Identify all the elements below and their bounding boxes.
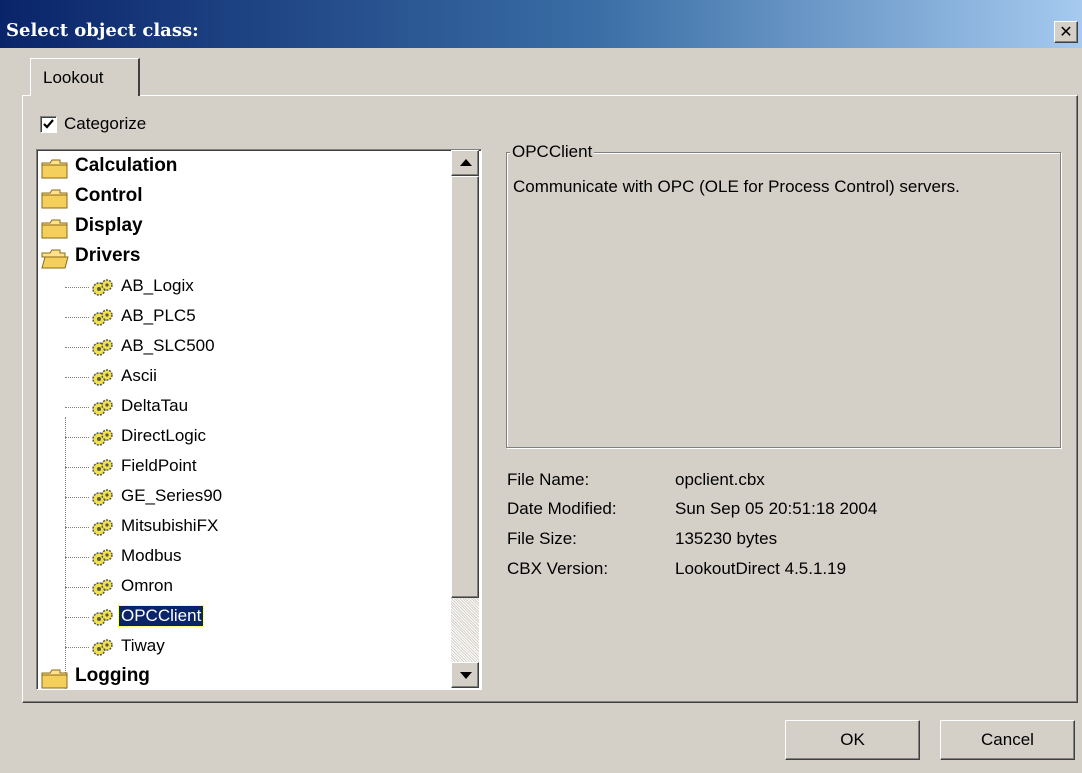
tree-folder-display[interactable]: Display	[37, 212, 457, 242]
file-name-value: opclient.cbx	[675, 470, 765, 489]
tree-item-label: Modbus	[121, 546, 182, 565]
tree-branch-line	[65, 467, 89, 468]
tree-folder-calculation[interactable]: Calculation	[37, 152, 457, 182]
folder-closed-icon	[41, 669, 68, 689]
gear-icon	[92, 639, 113, 656]
gear-icon	[92, 399, 113, 416]
tree-item-deltatau[interactable]: DeltaTau	[37, 392, 457, 422]
cancel-button[interactable]: Cancel	[940, 720, 1075, 760]
tree-item-label: AB_Logix	[121, 276, 194, 295]
title-bar: Select object class: ✕	[0, 0, 1082, 49]
folder-closed-icon	[41, 189, 68, 209]
tree-item-ascii[interactable]: Ascii	[37, 362, 457, 392]
tree-folder-label: Display	[75, 215, 143, 236]
tree-scrollbar[interactable]	[451, 150, 479, 688]
close-icon: ✕	[1059, 22, 1073, 41]
window-title: Select object class:	[6, 20, 199, 41]
tree-item-ab-slc500[interactable]: AB_SLC500	[37, 332, 457, 362]
tree-item-omron[interactable]: Omron	[37, 572, 457, 602]
tree-item-label: Ascii	[121, 366, 157, 385]
tree-item-label-selected: OPCClient	[117, 605, 205, 627]
folder-open-icon	[41, 249, 69, 269]
gear-icon	[92, 339, 113, 356]
tree-branch-line	[65, 647, 89, 648]
tree-folder-logging[interactable]: Logging	[37, 662, 457, 689]
tree-branch-line	[65, 527, 89, 528]
categorize-label: Categorize	[64, 114, 147, 133]
scroll-track[interactable]	[451, 598, 479, 668]
tree-item-label: Tiway	[121, 636, 165, 655]
close-button[interactable]: ✕	[1054, 21, 1078, 43]
tree-folder-label: Drivers	[75, 245, 141, 266]
file-size-label: File Size:	[507, 529, 577, 548]
arrow-up-icon	[460, 159, 472, 166]
tree-branch-line	[65, 287, 89, 288]
tree-folder-drivers[interactable]: Drivers	[37, 242, 457, 272]
scroll-thumb[interactable]	[451, 176, 479, 598]
categorize-checkbox[interactable]	[40, 116, 57, 133]
tree-branch-line	[65, 317, 89, 318]
tree-item-opcclient[interactable]: OPCClient	[37, 602, 457, 632]
tree-item-label: DirectLogic	[121, 426, 207, 445]
scroll-up-button[interactable]	[451, 150, 479, 176]
tree-item-label: GE_Series90	[121, 486, 223, 505]
tree-branch-line	[65, 587, 89, 588]
cbx-version-value: LookoutDirect 4.5.1.19	[675, 559, 847, 578]
object-class-tree[interactable]: Calculation Control Display Drivers AB_L…	[36, 149, 482, 690]
tree-branch-line	[65, 347, 89, 348]
details-description: Communicate with OPC (OLE for Process Co…	[513, 177, 960, 196]
gear-icon	[92, 369, 113, 386]
tree-item-ab-plc5[interactable]: AB_PLC5	[37, 302, 457, 332]
tree-branch-line	[65, 407, 89, 408]
gear-icon	[92, 309, 113, 326]
tree-item-label: AB_PLC5	[121, 306, 196, 325]
tab-lookout-label: Lookout	[43, 68, 104, 87]
file-size-value: 135230 bytes	[675, 529, 778, 548]
gear-icon	[92, 549, 113, 566]
gear-icon	[92, 609, 113, 626]
tree-item-label: DeltaTau	[121, 396, 189, 415]
date-modified-label: Date Modified:	[507, 499, 617, 518]
folder-closed-icon	[41, 159, 68, 179]
scroll-down-button[interactable]	[451, 662, 479, 688]
tree-folder-label: Calculation	[75, 155, 178, 176]
tree-item-modbus[interactable]: Modbus	[37, 542, 457, 572]
gear-icon	[92, 579, 113, 596]
tab-lookout[interactable]: Lookout	[30, 58, 140, 96]
date-modified-value: Sun Sep 05 20:51:18 2004	[675, 499, 878, 518]
file-name-label: File Name:	[507, 470, 590, 489]
cbx-version-label: CBX Version:	[507, 559, 609, 578]
details-group-title: OPCClient	[510, 142, 595, 162]
tree-branch-line	[65, 557, 89, 558]
tree-item-fieldpoint[interactable]: FieldPoint	[37, 452, 457, 482]
tree-item-label: FieldPoint	[121, 456, 197, 475]
gear-icon	[92, 489, 113, 506]
tree-branch-line	[65, 617, 89, 618]
tree-item-label: Omron	[121, 576, 173, 595]
arrow-down-icon	[460, 672, 472, 679]
gear-icon	[92, 519, 113, 536]
tree-item-tiway[interactable]: Tiway	[37, 632, 457, 662]
tree-folder-label: Control	[75, 185, 143, 206]
gear-icon	[92, 429, 113, 446]
folder-closed-icon	[41, 219, 68, 239]
tree-item-label: AB_SLC500	[121, 336, 215, 355]
gear-icon	[92, 279, 113, 296]
tree-branch-line	[65, 377, 89, 378]
tree-item-label: MitsubishiFX	[121, 516, 219, 535]
ok-button[interactable]: OK	[785, 720, 920, 760]
gear-icon	[92, 459, 113, 476]
checkmark-icon	[43, 119, 54, 129]
tree-folder-label: Logging	[75, 665, 150, 686]
tree-branch-line	[65, 437, 89, 438]
tree-branch-line	[65, 497, 89, 498]
tree-item-ge-series90[interactable]: GE_Series90	[37, 482, 457, 512]
tree-folder-control[interactable]: Control	[37, 182, 457, 212]
tree-item-mitsubishifx[interactable]: MitsubishiFX	[37, 512, 457, 542]
tree-item-directlogic[interactable]: DirectLogic	[37, 422, 457, 452]
tree-item-ab-logix[interactable]: AB_Logix	[37, 272, 457, 302]
